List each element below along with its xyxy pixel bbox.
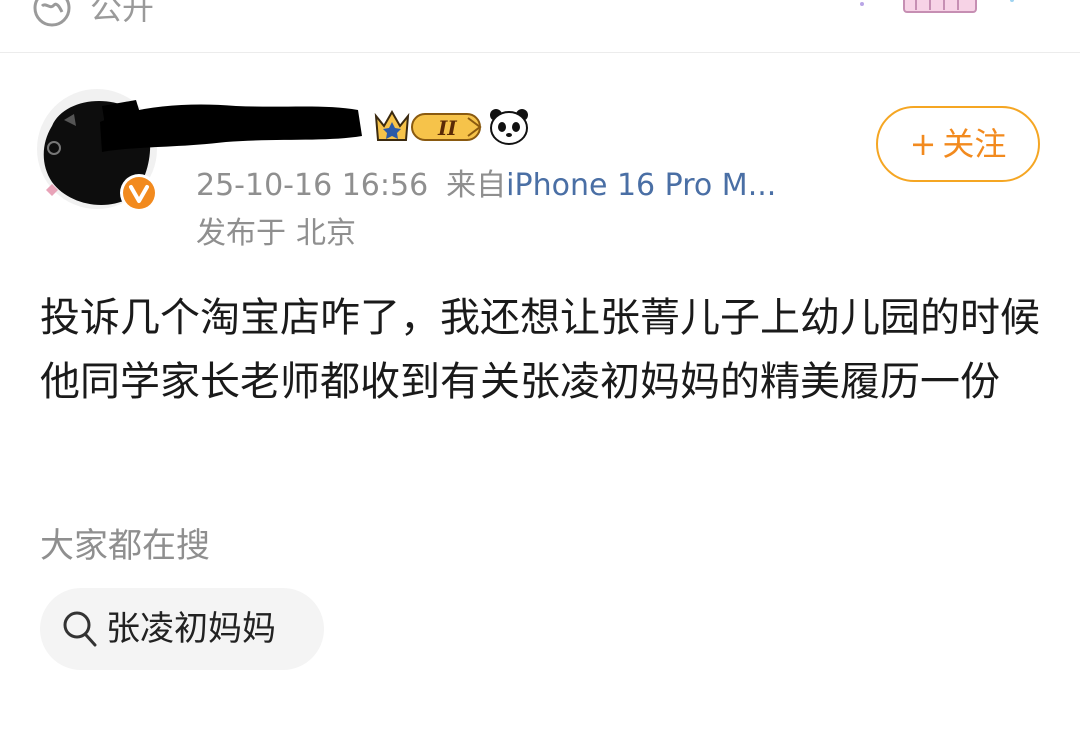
search-icon bbox=[63, 611, 97, 647]
plus-icon: + bbox=[909, 125, 937, 163]
device-source-link[interactable]: iPhone 16 Pro M... bbox=[506, 168, 776, 203]
follow-button[interactable]: + 关注 bbox=[876, 106, 1040, 182]
level-badge-text: II bbox=[437, 116, 457, 140]
castle-decoration bbox=[860, 0, 1014, 13]
panda-icon bbox=[490, 109, 528, 145]
verified-v-icon bbox=[120, 174, 158, 212]
top-strip: 公开 bbox=[0, 0, 1080, 52]
visibility-label[interactable]: 公开 bbox=[90, 0, 154, 28]
weibo-post-page: 公开 II 25-10-16 16:56 来自iPhone 16 Pro M..… bbox=[0, 0, 1080, 731]
post-content[interactable]: 投诉几个淘宝店咋了，我还想让张菁儿子上幼儿园的时候他同学家长老师都收到有关张凌初… bbox=[40, 286, 1050, 414]
location-value: 北京 bbox=[296, 216, 356, 251]
post-location: 发布于 北京 bbox=[196, 214, 356, 254]
trending-search-heading: 大家都在搜 bbox=[40, 526, 210, 566]
redacted-username bbox=[100, 100, 362, 152]
location-prefix: 发布于 bbox=[196, 216, 286, 251]
follow-label: 关注 bbox=[942, 125, 1007, 163]
post-timestamp: 25-10-16 16:56 bbox=[196, 168, 429, 203]
search-suggestion-chip[interactable]: 张凌初妈妈 bbox=[40, 588, 324, 670]
top-divider bbox=[0, 52, 1080, 53]
source-prefix: 来自 bbox=[446, 168, 507, 203]
crown-level-badge[interactable]: II bbox=[372, 106, 484, 146]
search-chip-label: 张凌初妈妈 bbox=[106, 609, 276, 649]
globe-icon bbox=[33, 0, 71, 27]
post-meta: 25-10-16 16:56 来自iPhone 16 Pro M... bbox=[196, 166, 776, 206]
